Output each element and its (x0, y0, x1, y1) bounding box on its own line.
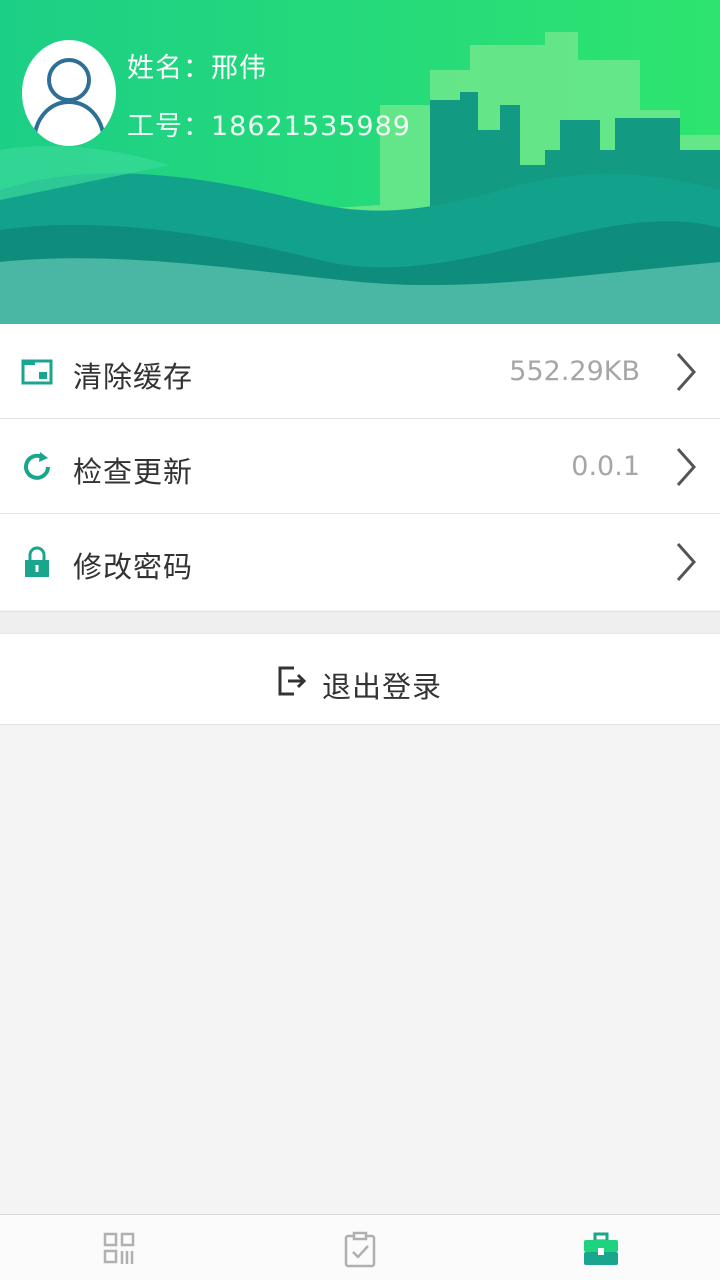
tab-scan[interactable] (0, 1215, 240, 1280)
user-employee-id: 工号：18621535989 (127, 104, 411, 143)
chevron-right-icon (676, 448, 697, 486)
menu-item-clear-cache[interactable]: 清除缓存 552.29KB (0, 324, 720, 419)
app-version: 0.0.1 (571, 451, 640, 482)
folder-icon (21, 359, 53, 385)
logout-button[interactable]: 退出登录 (0, 633, 720, 725)
lock-icon (25, 546, 49, 577)
user-name: 姓名：邢伟 (127, 46, 267, 85)
menu-item-change-password[interactable]: 修改密码 (0, 514, 720, 610)
clipboard-check-icon (344, 1231, 376, 1268)
menu-item-label: 修改密码 (73, 550, 194, 584)
menu-item-label: 清除缓存 (73, 360, 194, 394)
qr-scan-icon (103, 1232, 135, 1264)
tab-profile[interactable] (480, 1215, 720, 1280)
logout-icon (278, 666, 307, 696)
profile-screen: 姓名：邢伟 工号：18621535989 清除缓存 552.29KB 检查更新 (0, 0, 720, 1280)
id-label: 工号： (127, 111, 211, 142)
menu-item-check-update[interactable]: 检查更新 0.0.1 (0, 419, 720, 514)
id-value: 18621535989 (211, 111, 411, 142)
chevron-right-icon (676, 353, 697, 391)
bottom-tab-bar (0, 1214, 720, 1280)
refresh-icon (24, 452, 50, 480)
logout-label: 退出登录 (322, 670, 443, 704)
profile-header: 姓名：邢伟 工号：18621535989 (0, 0, 720, 324)
tab-tasks[interactable] (240, 1215, 480, 1280)
briefcase-icon (584, 1232, 618, 1265)
chevron-right-icon (676, 543, 697, 581)
cache-size: 552.29KB (509, 356, 640, 387)
name-value: 邢伟 (211, 53, 267, 84)
section-divider (0, 611, 720, 633)
menu-item-label: 检查更新 (73, 455, 194, 489)
settings-menu: 清除缓存 552.29KB 检查更新 0.0.1 修改密码 (0, 324, 720, 610)
user-avatar-icon[interactable] (22, 40, 116, 146)
name-label: 姓名： (127, 53, 211, 84)
